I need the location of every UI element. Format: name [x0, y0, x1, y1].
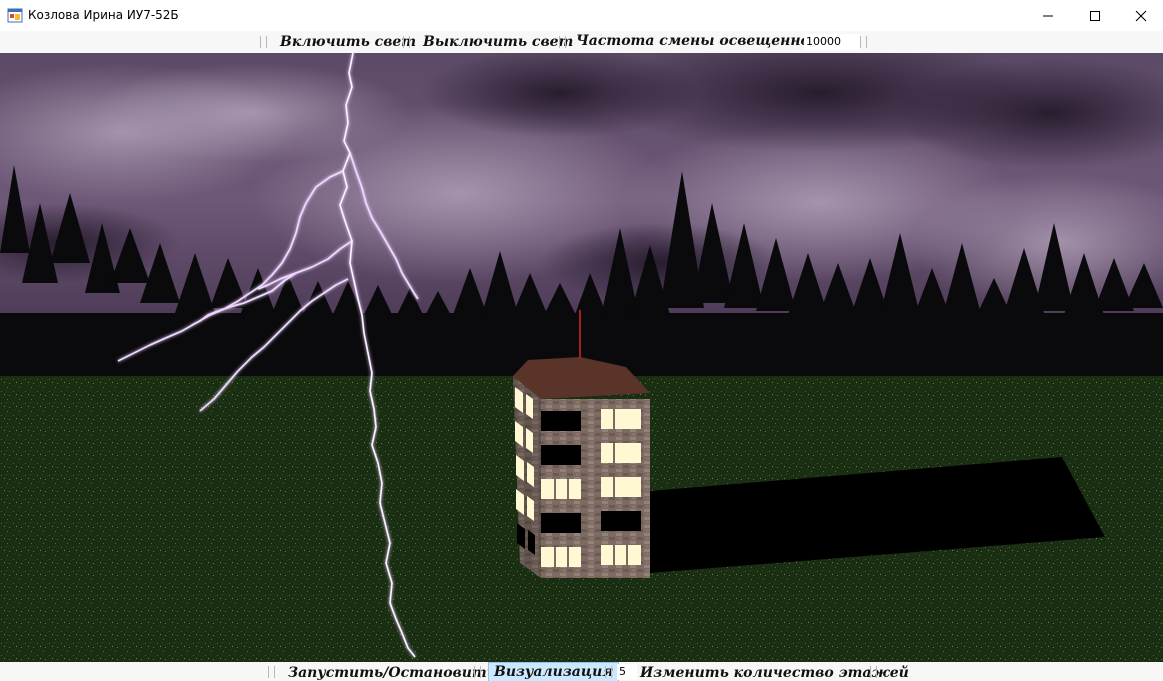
close-button[interactable] [1118, 0, 1163, 31]
frequency-input[interactable]: 10000 [804, 34, 860, 50]
toolbar-grip[interactable] [474, 666, 481, 678]
light-on-button[interactable]: Включить свет [280, 32, 416, 52]
visualization-button[interactable]: Визуализация [488, 662, 620, 681]
minimize-button[interactable] [1025, 0, 1071, 31]
maximize-icon [1090, 11, 1100, 21]
toolbar-grip[interactable] [860, 36, 867, 48]
toolbar-grip[interactable] [870, 666, 877, 678]
top-toolbar: Включить свет Выключить свет Частота сме… [0, 31, 1163, 53]
close-icon [1135, 10, 1147, 22]
toolbar-grip[interactable] [559, 36, 566, 48]
bottom-toolbar: Запустить/Остановить Визуализация 5 Изме… [0, 662, 1163, 681]
floors-input[interactable]: 5 [617, 664, 637, 680]
app-window: Козлова Ирина ИУ7-52Б Включить свет Выкл… [0, 0, 1163, 681]
toolbar-grip[interactable] [403, 36, 410, 48]
maximize-button[interactable] [1072, 0, 1118, 31]
light-off-button[interactable]: Выключить свет [423, 32, 573, 52]
toolbar-grip[interactable] [605, 666, 612, 678]
toolbar-grip[interactable] [260, 36, 267, 48]
render-canvas[interactable] [0, 53, 1163, 662]
start-stop-button[interactable]: Запустить/Остановить [288, 663, 496, 681]
title-bar: Козлова Ирина ИУ7-52Б [0, 0, 1163, 31]
window-title: Козлова Ирина ИУ7-52Б [28, 8, 179, 22]
winforms-app-icon [7, 8, 23, 24]
minimize-icon [1043, 15, 1053, 17]
toolbar-grip[interactable] [268, 666, 275, 678]
change-floors-button[interactable]: Изменить количество этажей [640, 663, 909, 681]
